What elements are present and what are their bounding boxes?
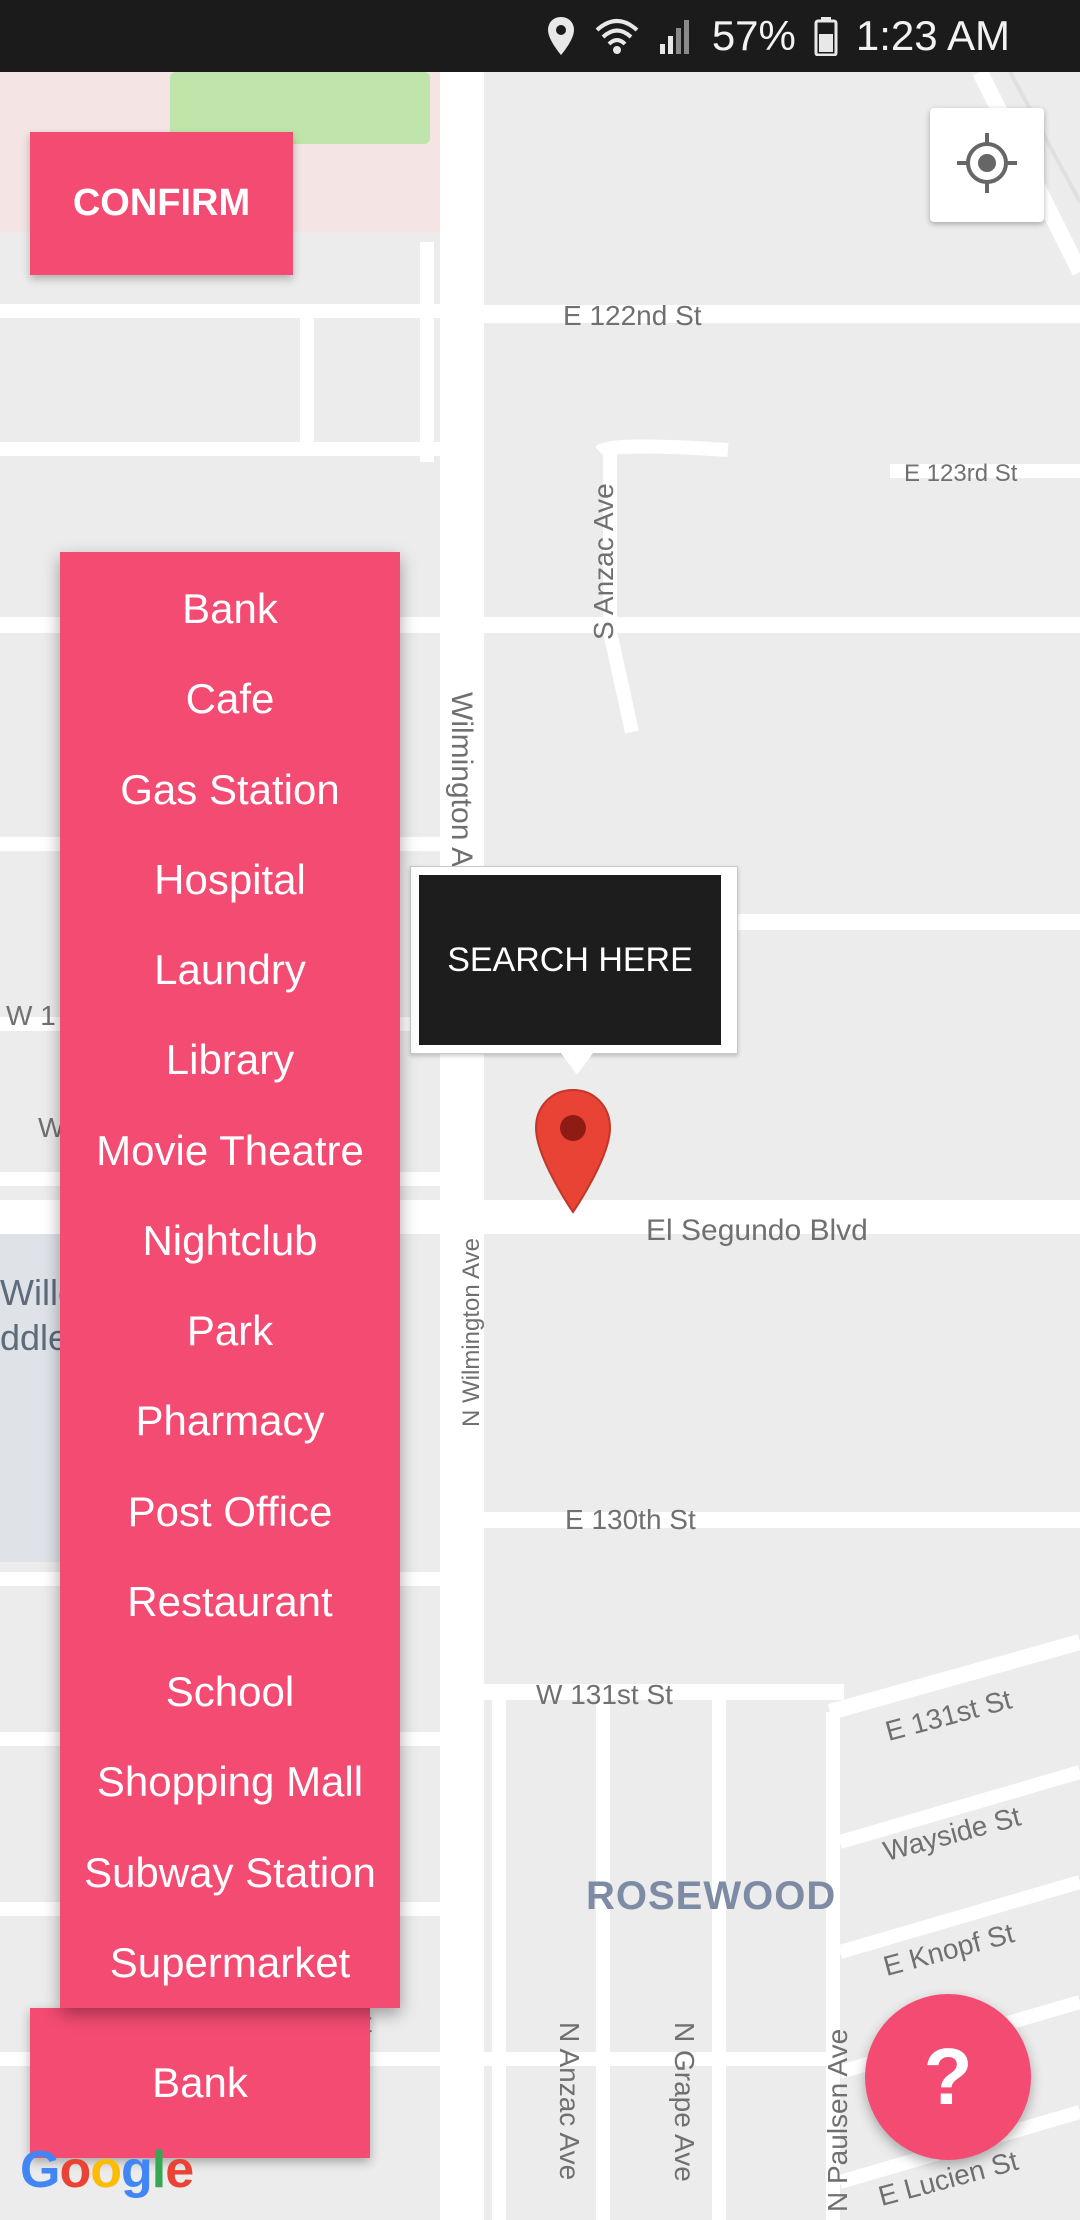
street-el-segundo: El Segundo Blvd [646, 1214, 868, 1247]
place-type-dropdown-list[interactable]: Bank Cafe Gas Station Hospital Laundry L… [60, 552, 400, 2008]
list-item-subway-station[interactable]: Subway Station [60, 1828, 400, 1918]
street-wilmington: Wilmington A [445, 692, 478, 868]
my-location-button[interactable] [930, 108, 1044, 222]
list-item-post-office[interactable]: Post Office [60, 1467, 400, 1557]
signal-icon [658, 16, 694, 56]
map-pin-icon[interactable] [534, 1088, 612, 1219]
google-logo: Google [20, 2141, 194, 2199]
street-w131: W 131st St [536, 1679, 673, 1710]
my-location-icon [955, 131, 1019, 200]
list-item-park[interactable]: Park [60, 1286, 400, 1376]
street-w1: W 1 [6, 1000, 56, 1031]
list-item-cafe[interactable]: Cafe [60, 654, 400, 744]
status-bar: 57% 1:23 AM [0, 0, 1080, 72]
status-icons: 57% 1:23 AM [546, 0, 1010, 72]
street-n-wilmington: N Wilmington Ave [458, 1238, 485, 1427]
list-item-hospital[interactable]: Hospital [60, 835, 400, 925]
location-icon [546, 15, 576, 57]
list-item-pharmacy[interactable]: Pharmacy [60, 1376, 400, 1466]
battery-icon [814, 16, 838, 56]
info-window-tail [561, 1053, 593, 1075]
list-item-supermarket[interactable]: Supermarket [60, 1918, 400, 2008]
park-label-ddle: ddle [0, 1317, 69, 1358]
confirm-button[interactable]: CONFIRM [30, 132, 293, 275]
info-window[interactable]: SEARCH HERE [410, 866, 738, 1075]
list-item-school[interactable]: School [60, 1647, 400, 1737]
street-n-paulsen: N Paulsen Ave [822, 2028, 853, 2212]
list-item-restaurant[interactable]: Restaurant [60, 1557, 400, 1647]
list-item-shopping-mall[interactable]: Shopping Mall [60, 1737, 400, 1827]
battery-percent: 57% [711, 12, 796, 59]
list-item-nightclub[interactable]: Nightclub [60, 1196, 400, 1286]
list-item-bank[interactable]: Bank [60, 564, 400, 654]
street-e123: E 123rd St [904, 460, 1018, 487]
street-e130: E 130th St [565, 1504, 696, 1535]
place-type-spinner[interactable]: Bank [30, 2008, 370, 2158]
help-button[interactable]: ? [865, 1994, 1031, 2160]
list-item-laundry[interactable]: Laundry [60, 925, 400, 1015]
street-s-anzac: S Anzac Ave [588, 483, 619, 640]
clock: 1:23 AM [855, 12, 1010, 59]
search-here-button[interactable]: SEARCH HERE [419, 875, 721, 1045]
wifi-icon [594, 16, 640, 56]
street-e122: E 122nd St [563, 300, 702, 331]
street-n-grape: N Grape Ave [669, 2022, 700, 2182]
street-n-anzac: N Anzac Ave [554, 2022, 585, 2181]
list-item-movie-theatre[interactable]: Movie Theatre [60, 1106, 400, 1196]
list-item-gas-station[interactable]: Gas Station [60, 745, 400, 835]
area-rosewood: ROSEWOOD [586, 1874, 837, 1918]
list-item-library[interactable]: Library [60, 1015, 400, 1105]
